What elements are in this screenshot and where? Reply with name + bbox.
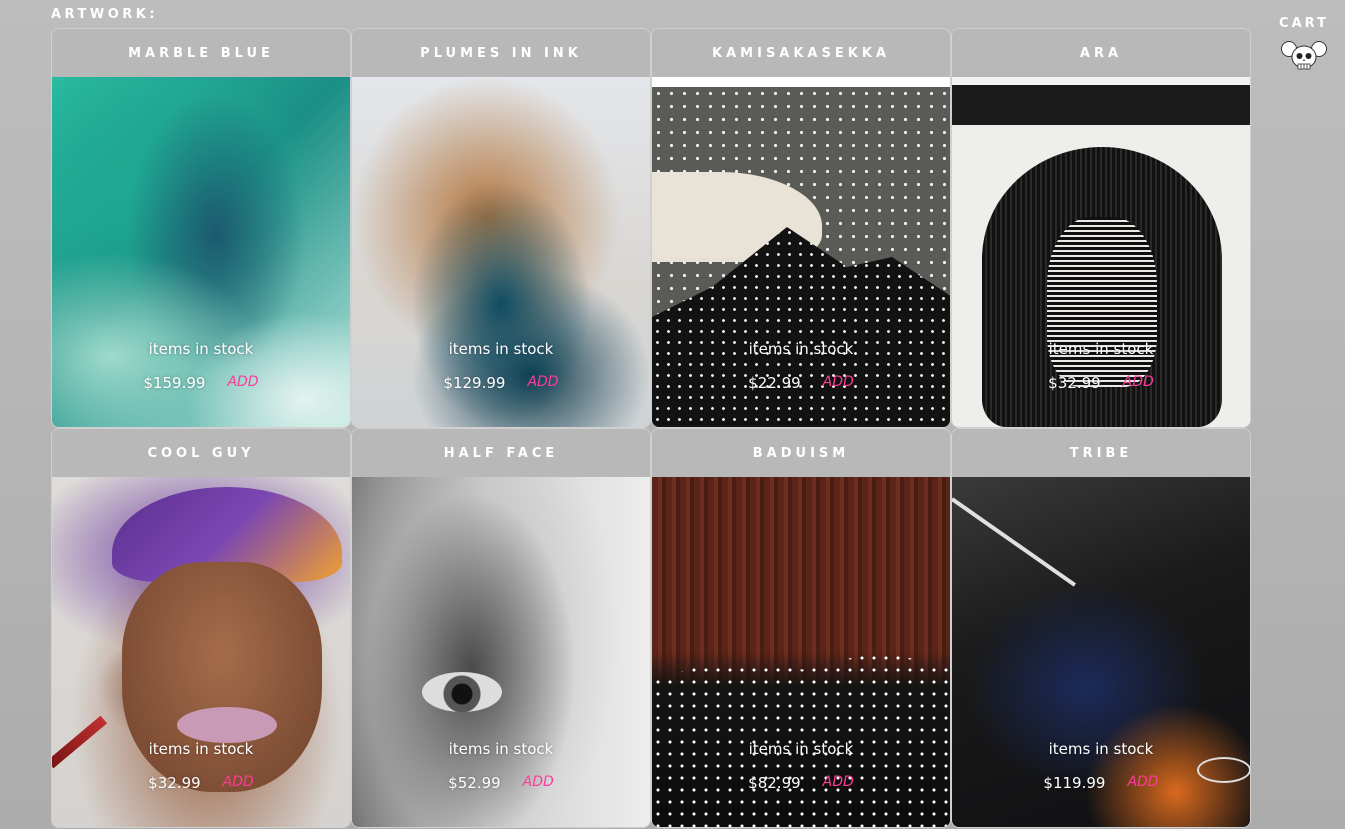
price: $32.99 [148,774,201,792]
product-card[interactable]: BADUISM items in stock $82.99 ADD [651,428,951,828]
product-card[interactable]: ARA items in stock $32.99 ADD [951,28,1251,428]
price-row: $52.99 ADD [352,774,650,792]
card-header: COOL GUY [52,429,350,477]
add-to-cart-button[interactable]: ADD [527,374,558,392]
card-header: TRIBE [952,429,1250,477]
add-to-cart-button[interactable]: ADD [1127,774,1158,792]
product-title: KAMISAKASEKKA [712,45,890,61]
price-row: $22.99 ADD [652,374,950,392]
price: $52.99 [448,774,501,792]
price-row: $32.99 ADD [952,374,1250,392]
stock-text: items in stock [748,340,854,358]
product-card[interactable]: COOL GUY items in stock $32.99 ADD [51,428,351,828]
product-card[interactable]: MARBLE BLUE items in stock $159.99 ADD [51,28,351,428]
stock-text: items in stock [1048,740,1154,758]
cart-label: CART [1279,16,1329,31]
stock-text: items in stock [148,340,254,358]
card-header: HALF FACE [352,429,650,477]
card-header: BADUISM [652,429,950,477]
price: $159.99 [143,374,206,392]
price-row: $119.99 ADD [952,774,1250,792]
card-header: KAMISAKASEKKA [652,29,950,77]
add-to-cart-button[interactable]: ADD [223,774,254,792]
add-to-cart-button[interactable]: ADD [523,774,554,792]
price-row: $32.99 ADD [52,774,350,792]
stock-text: items in stock [448,740,554,758]
add-to-cart-button[interactable]: ADD [227,374,258,392]
card-header: PLUMES IN INK [352,29,650,77]
section-title: ARTWORK: [51,7,159,22]
stock-text: items in stock [448,340,554,358]
product-grid: MARBLE BLUE items in stock $159.99 ADD P… [51,28,1251,828]
product-title: TRIBE [1069,445,1133,461]
price: $82.99 [748,774,801,792]
stock-text: items in stock [148,740,254,758]
product-title: COOL GUY [147,445,255,461]
add-to-cart-button[interactable]: ADD [823,374,854,392]
card-header: ARA [952,29,1250,77]
price: $129.99 [443,374,506,392]
product-title: BADUISM [752,445,850,461]
product-card[interactable]: HALF FACE items in stock $52.99 ADD [351,428,651,828]
add-to-cart-button[interactable]: ADD [823,774,854,792]
price: $22.99 [748,374,801,392]
price-row: $82.99 ADD [652,774,950,792]
stock-text: items in stock [1048,340,1154,358]
product-title: PLUMES IN INK [420,45,582,61]
price: $32.99 [1048,374,1101,392]
product-card[interactable]: KAMISAKASEKKA items in stock $22.99 ADD [651,28,951,428]
cart-button[interactable]: CART [1279,16,1329,75]
add-to-cart-button[interactable]: ADD [1123,374,1154,392]
price: $119.99 [1043,774,1106,792]
price-row: $159.99 ADD [52,374,350,392]
stock-text: items in stock [748,740,854,758]
product-title: MARBLE BLUE [128,45,274,61]
skull-mouse-icon[interactable] [1281,39,1327,75]
product-card[interactable]: TRIBE items in stock $119.99 ADD [951,428,1251,828]
product-card[interactable]: PLUMES IN INK items in stock $129.99 ADD [351,28,651,428]
price-row: $129.99 ADD [352,374,650,392]
product-title: ARA [1079,45,1123,61]
card-header: MARBLE BLUE [52,29,350,77]
product-title: HALF FACE [443,445,559,461]
